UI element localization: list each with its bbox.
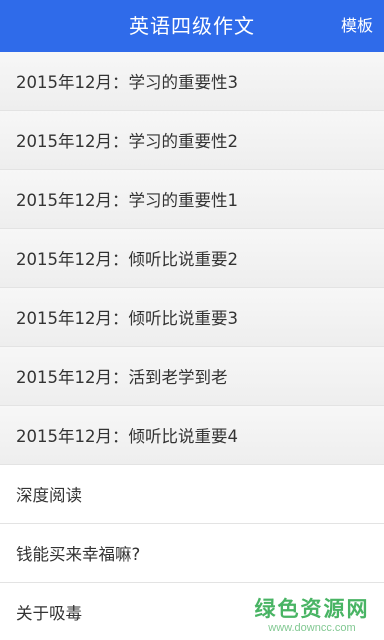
list-item[interactable]: 2015年12月：学习的重要性2 — [0, 111, 384, 170]
list-item[interactable]: 深度阅读 — [0, 465, 384, 524]
list-item[interactable]: 2015年12月：学习的重要性3 — [0, 52, 384, 111]
list-item[interactable]: 关于吸毒 — [0, 583, 384, 640]
list-item-title: 2015年12月：倾听比说重要4 — [16, 427, 238, 446]
top-app-bar: 英语四级作文 模板 — [0, 0, 384, 52]
list-item-title: 2015年12月：学习的重要性2 — [16, 132, 238, 151]
template-button[interactable]: 模板 — [341, 0, 373, 52]
list-item[interactable]: 2015年12月：倾听比说重要4 — [0, 406, 384, 465]
list-item-title: 钱能买来幸福嘛? — [16, 545, 141, 564]
list-item-title: 关于吸毒 — [16, 604, 82, 623]
list-item-title: 2015年12月：学习的重要性1 — [16, 191, 238, 210]
list-item-title: 2015年12月：倾听比说重要2 — [16, 250, 238, 269]
list-item[interactable]: 2015年12月：活到老学到老 — [0, 347, 384, 406]
list-item[interactable]: 2015年12月：倾听比说重要3 — [0, 288, 384, 347]
article-list: 2015年12月：学习的重要性3 2015年12月：学习的重要性2 2015年1… — [0, 52, 384, 640]
list-item[interactable]: 2015年12月：学习的重要性1 — [0, 170, 384, 229]
list-item-title: 2015年12月：活到老学到老 — [16, 368, 228, 387]
list-item-title: 2015年12月：学习的重要性3 — [16, 73, 238, 92]
list-item[interactable]: 2015年12月：倾听比说重要2 — [0, 229, 384, 288]
list-item[interactable]: 钱能买来幸福嘛? — [0, 524, 384, 583]
list-item-title: 深度阅读 — [16, 486, 82, 505]
app-screen: 英语四级作文 模板 2015年12月：学习的重要性3 2015年12月：学习的重… — [0, 0, 384, 640]
list-item-title: 2015年12月：倾听比说重要3 — [16, 309, 238, 328]
page-title: 英语四级作文 — [129, 14, 255, 38]
